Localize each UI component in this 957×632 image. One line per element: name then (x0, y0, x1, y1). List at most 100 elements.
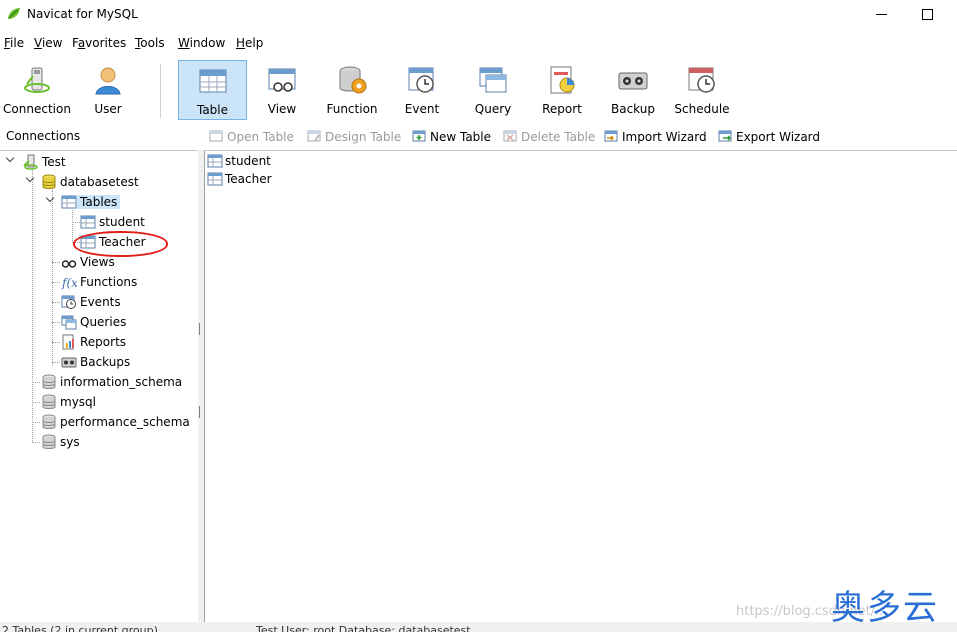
main-toolbar: Connection User Table View Function Even… (0, 58, 957, 122)
open-table-label: Open Table (227, 130, 294, 144)
minimize-button[interactable] (858, 0, 904, 30)
connection-label: Connection (3, 102, 71, 116)
tree-label: mysql (60, 395, 96, 409)
event-button[interactable]: Event (394, 60, 450, 120)
tree-guide (52, 322, 60, 323)
import-wizard-icon (604, 130, 618, 142)
reports-icon (62, 334, 74, 350)
table-icon (199, 69, 226, 93)
new-table-icon (412, 130, 426, 142)
tree-label: sys (60, 435, 80, 449)
table-button[interactable]: Table (178, 60, 247, 120)
tree-label: Test (42, 155, 66, 169)
tree-label: Functions (80, 275, 138, 289)
table-icon (207, 154, 223, 168)
design-table-button[interactable]: Design Table (307, 129, 401, 144)
maximize-button[interactable] (904, 0, 950, 30)
export-wizard-icon (718, 130, 732, 142)
menu-view[interactable]: View (34, 36, 62, 50)
query-label: Query (474, 102, 512, 116)
design-table-icon (307, 130, 321, 142)
view-icon (268, 68, 296, 92)
events-icon (61, 295, 76, 309)
status-left: 2 Tables (2 in current group) (2, 624, 158, 632)
export-wizard-label: Export Wizard (736, 130, 821, 144)
tree-label: Reports (80, 335, 127, 349)
tree-guide (52, 282, 60, 283)
tree-guide (52, 342, 60, 343)
schedule-label: Schedule (674, 102, 730, 116)
function-button[interactable]: Function (322, 60, 382, 120)
schedule-button[interactable]: Schedule (672, 60, 732, 120)
menu-favorites[interactable]: Favorites (72, 36, 126, 50)
open-table-icon (209, 130, 223, 142)
tree-guide (32, 382, 40, 383)
svg-text:f(x): f(x) (61, 276, 77, 290)
query-icon (479, 67, 507, 93)
database-icon (42, 434, 56, 449)
view-label: View (267, 102, 297, 116)
tree-label: information_schema (60, 375, 183, 389)
design-table-label: Design Table (325, 130, 402, 144)
query-button[interactable]: Query (464, 60, 522, 120)
database-icon (42, 374, 56, 389)
tree-label: Views (80, 255, 115, 269)
report-label: Report (542, 102, 582, 116)
new-table-button[interactable]: New Table (412, 129, 491, 144)
menu-file[interactable]: File (4, 36, 24, 50)
database-icon (42, 414, 56, 429)
backup-icon (618, 72, 648, 90)
export-wizard-button[interactable]: Export Wizard (718, 129, 820, 144)
list-item-label: Teacher (225, 172, 272, 186)
menu-bar: File View Favorites Tools Window Help (0, 33, 957, 55)
table-icon (80, 215, 96, 229)
new-table-label: New Table (430, 130, 492, 144)
tree-label: Backups (80, 355, 131, 369)
import-wizard-button[interactable]: Import Wizard (604, 129, 707, 144)
delete-table-icon (503, 130, 517, 142)
event-label: Event (404, 102, 440, 116)
expand-databasetest-toggle[interactable] (26, 175, 36, 185)
user-label: User (94, 102, 122, 116)
backup-label: Backup (611, 102, 655, 116)
view-button[interactable]: View (252, 60, 312, 120)
function-label: Function (326, 102, 378, 116)
connection-icon (24, 67, 50, 93)
status-right: Test User: root Database: databasetest (256, 624, 471, 632)
tree-guide (52, 262, 60, 263)
schedule-icon (688, 67, 715, 93)
tree-guide (52, 190, 53, 366)
table-label: Table (196, 103, 229, 117)
open-table-button[interactable]: Open Table (209, 129, 294, 144)
navicat-logo-icon (8, 8, 20, 19)
menu-tools[interactable]: Tools (135, 36, 165, 50)
connection-tree[interactable]: Test databasetest Tables student Teacher… (0, 150, 199, 623)
report-button[interactable]: Report (534, 60, 590, 120)
queries-icon (61, 315, 77, 330)
window-title: Navicat for MySQL (27, 7, 138, 21)
tree-guide (32, 422, 40, 423)
functions-icon: f(x) (61, 276, 77, 290)
delete-table-button[interactable]: Delete Table (503, 129, 595, 144)
object-list-panel[interactable]: student Teacher (204, 150, 957, 623)
tree-guide (72, 222, 80, 223)
backups-icon (61, 357, 77, 368)
import-wizard-label: Import Wizard (622, 130, 707, 144)
backup-button[interactable]: Backup (604, 60, 662, 120)
expand-tables-toggle[interactable] (46, 195, 56, 205)
report-icon (550, 66, 575, 94)
tree-label: performance_schema (60, 415, 190, 429)
tree-label: databasetest (60, 175, 139, 189)
status-bar: 2 Tables (2 in current group) Test User:… (0, 622, 957, 632)
tree-guide (32, 442, 40, 443)
connection-button[interactable]: Connection (0, 60, 74, 120)
user-button[interactable]: User (78, 60, 138, 120)
views-icon (61, 260, 77, 268)
tree-label: Events (80, 295, 121, 309)
database-icon (42, 394, 56, 409)
tree-label: student (99, 215, 145, 229)
expand-test-toggle[interactable] (6, 155, 16, 165)
tree-guide (52, 362, 60, 363)
menu-help[interactable]: Help (236, 36, 263, 50)
menu-window[interactable]: Window (178, 36, 225, 50)
